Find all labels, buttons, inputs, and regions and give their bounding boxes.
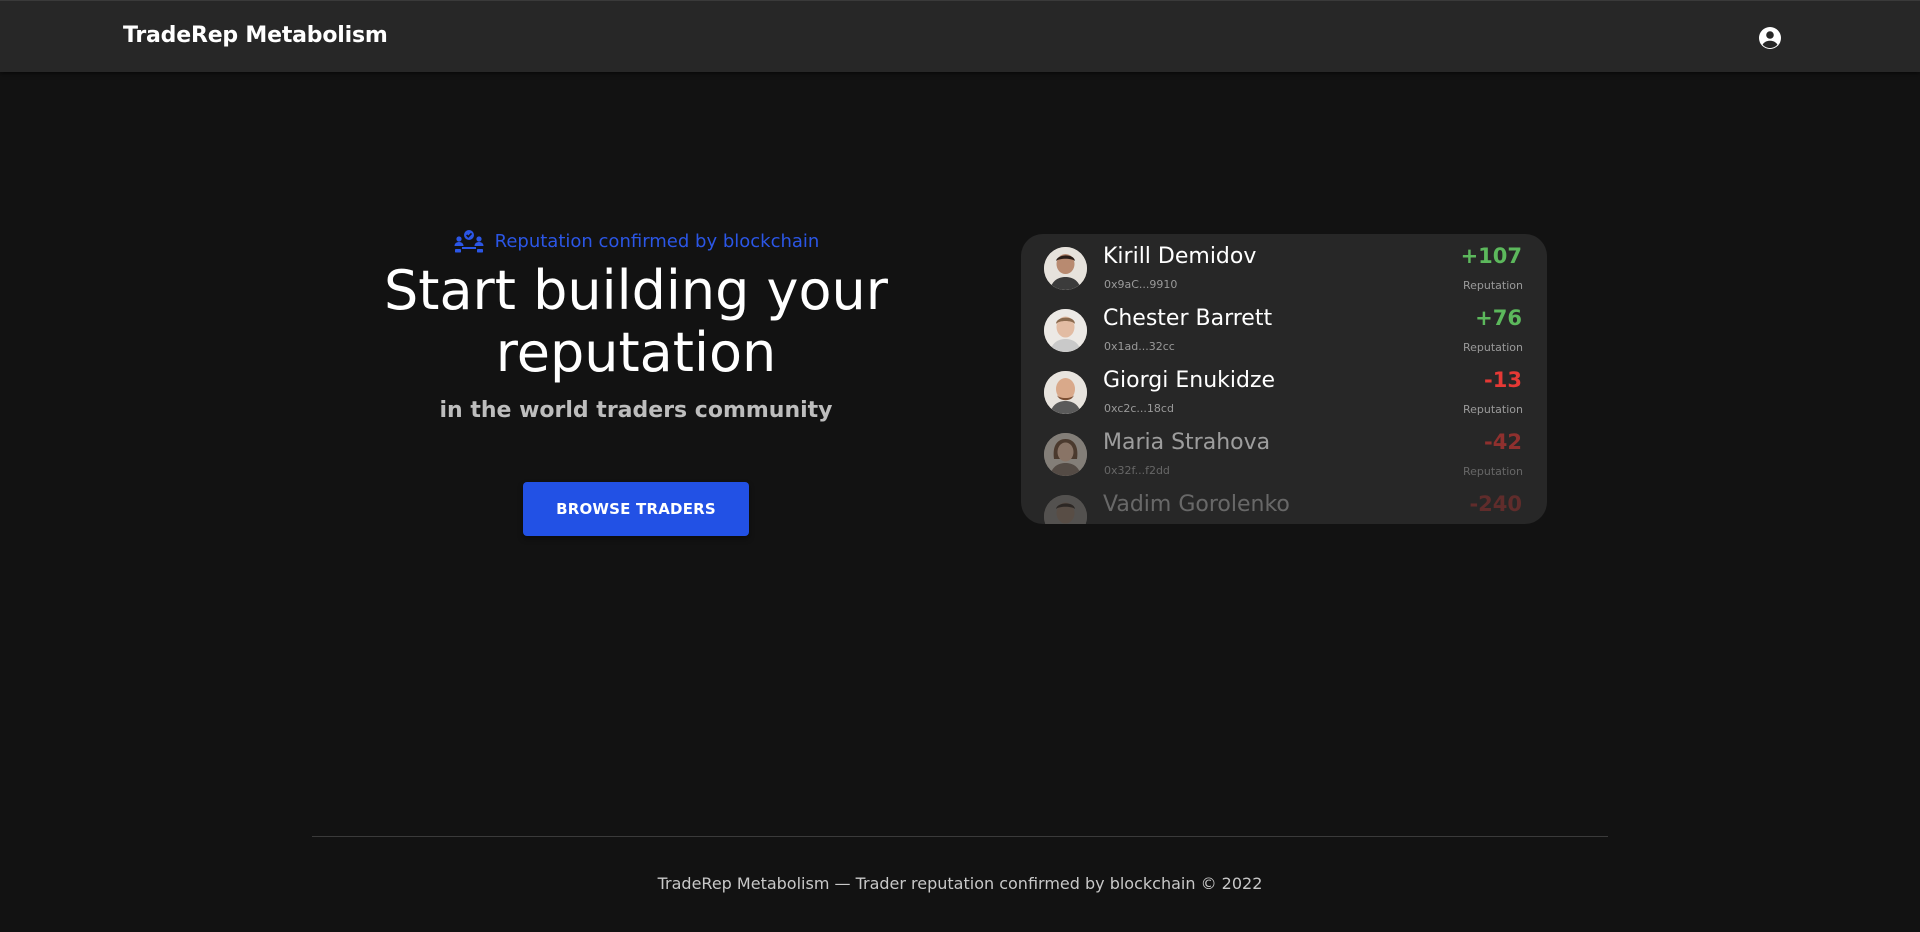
app-header: TradeRep Metabolism: [0, 0, 1920, 72]
trader-address: 0x32f...f2dd: [1104, 464, 1170, 477]
trader-address: 0x9aC...9910: [1104, 278, 1178, 291]
hero-subtitle: in the world traders community: [439, 398, 833, 423]
trader-reputation-score: -13: [1484, 368, 1522, 392]
account-circle-icon: [1759, 27, 1781, 49]
trader-reputation-score: -240: [1469, 492, 1522, 516]
hero-title: Start building your reputation: [384, 259, 888, 384]
account-button[interactable]: [1756, 24, 1784, 52]
reputation-label: Reputation: [1463, 279, 1523, 292]
trader-name: Chester Barrett: [1103, 306, 1273, 331]
trader-row[interactable]: Kirill Demidov 0x9aC...9910 +107 Reputat…: [1021, 234, 1547, 296]
trader-row[interactable]: Giorgi Enukidze 0xc2c...18cd -13 Reputat…: [1021, 358, 1547, 420]
blockchain-verified-icon: [454, 230, 484, 253]
blockchain-badge-text: Reputation confirmed by blockchain: [494, 230, 820, 252]
trader-reputation-score: -42: [1484, 430, 1522, 454]
trader-avatar: [1044, 495, 1087, 524]
reputation-label: Reputation: [1463, 341, 1523, 354]
trader-avatar: [1044, 371, 1087, 414]
hero-section: Reputation confirmed by blockchain Start…: [370, 226, 902, 423]
trader-reputation-score: +76: [1475, 306, 1522, 330]
trader-name: Vadim Gorolenko: [1103, 492, 1290, 517]
trader-name: Maria Strahova: [1103, 430, 1271, 455]
trader-name: Kirill Demidov: [1103, 244, 1257, 269]
browse-traders-button[interactable]: BROWSE TRADERS: [523, 482, 749, 536]
trader-row[interactable]: Chester Barrett 0x1ad...32cc +76 Reputat…: [1021, 296, 1547, 358]
trader-row[interactable]: Maria Strahova 0x32f...f2dd -42 Reputati…: [1021, 420, 1547, 482]
footer-text: TradeRep Metabolism — Trader reputation …: [657, 874, 1263, 893]
reputation-label: Reputation: [1463, 465, 1523, 478]
trader-address: 0xc2c...18cd: [1104, 402, 1174, 415]
blockchain-badge: Reputation confirmed by blockchain: [370, 226, 902, 256]
brand-logo-text[interactable]: TradeRep Metabolism: [123, 23, 388, 48]
trader-avatar: [1044, 247, 1087, 290]
reputation-label: Reputation: [1463, 403, 1523, 416]
trader-row[interactable]: Vadim Gorolenko -240: [1021, 482, 1547, 524]
trader-avatar: [1044, 309, 1087, 352]
trader-reputation-score: +107: [1460, 244, 1522, 268]
trader-address: 0x1ad...32cc: [1104, 340, 1175, 353]
traders-leaderboard-card: Kirill Demidov 0x9aC...9910 +107 Reputat…: [1021, 234, 1547, 524]
trader-name: Giorgi Enukidze: [1103, 368, 1276, 393]
footer-divider: [312, 836, 1608, 837]
trader-avatar: [1044, 433, 1087, 476]
